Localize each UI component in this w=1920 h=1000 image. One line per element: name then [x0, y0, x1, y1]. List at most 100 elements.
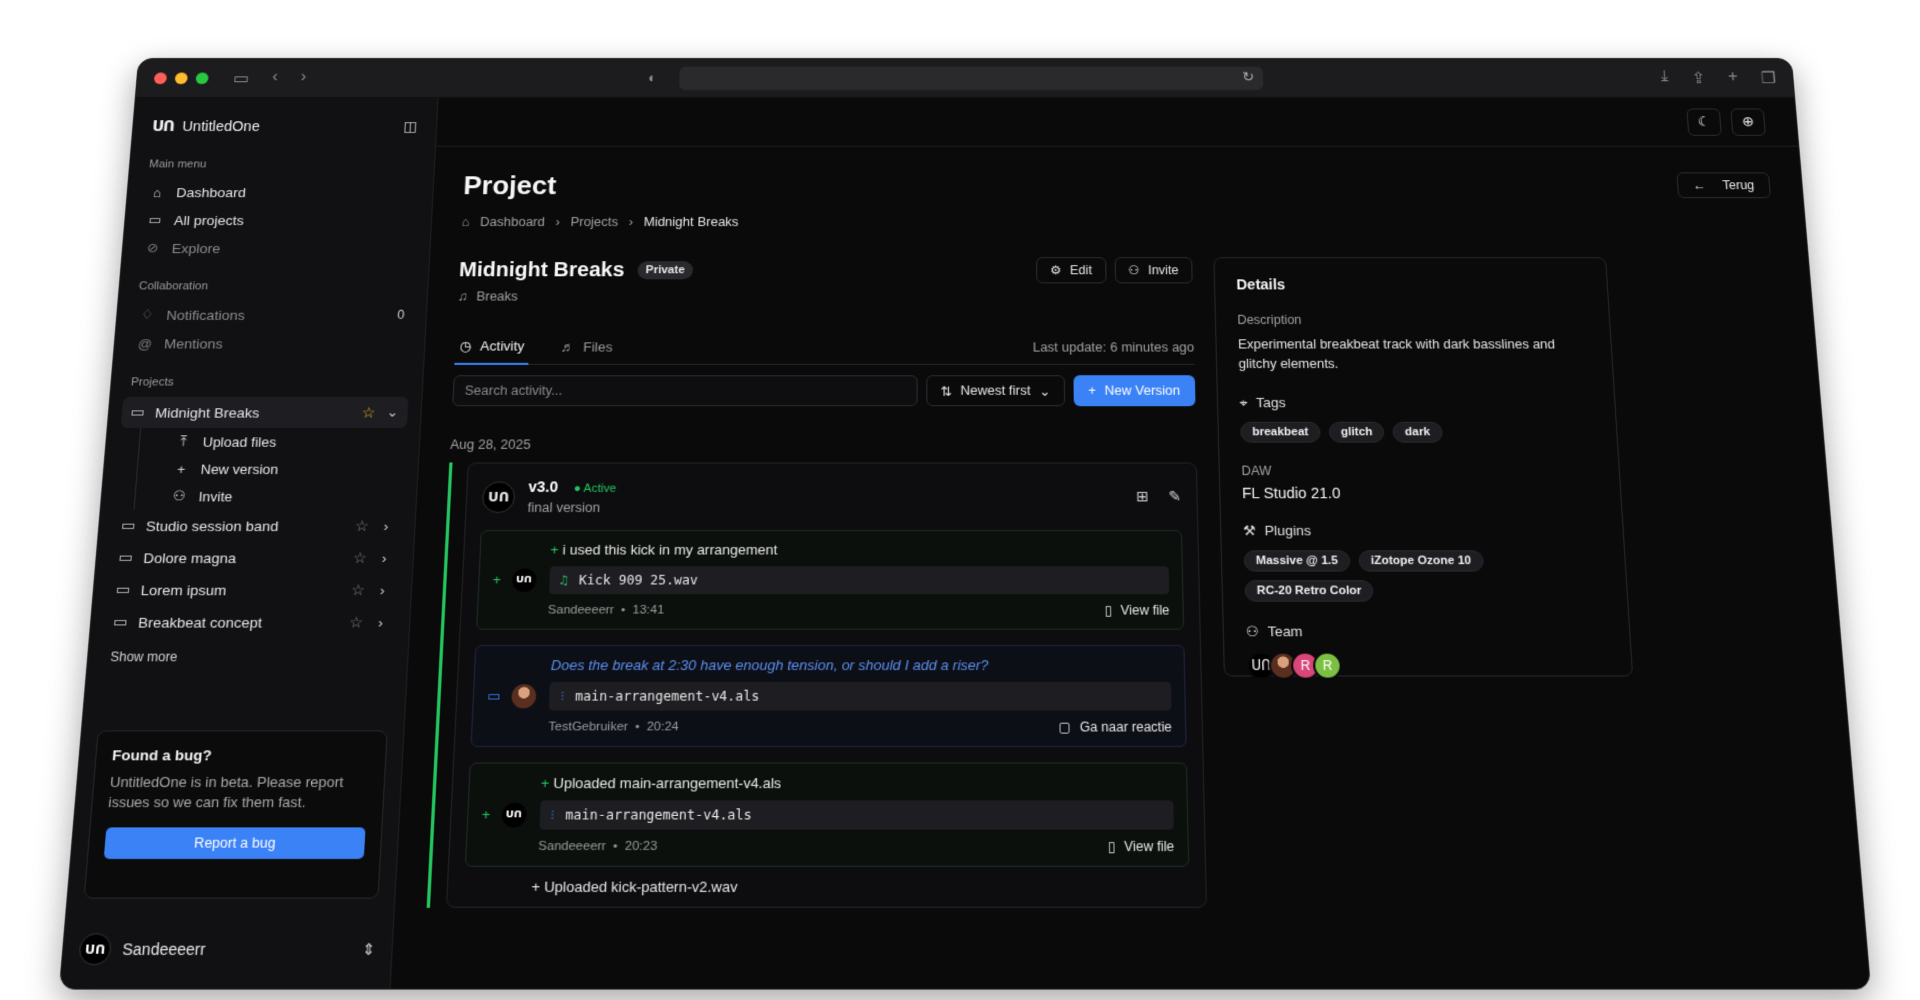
back-icon[interactable]: ‹	[271, 68, 278, 87]
chevron-right-icon[interactable]: ›	[375, 582, 389, 598]
panel-toggle-icon[interactable]: ◫	[403, 118, 418, 135]
chevron-right-icon[interactable]: ›	[374, 614, 388, 630]
link-label: View file	[1124, 839, 1174, 855]
go-to-comment-link[interactable]: ▢ Ga naar reactie	[1058, 719, 1172, 734]
header-actions: ⚙ Edit ⚇ Invite	[1036, 257, 1193, 283]
sub-label: Upload files	[202, 434, 277, 450]
user-menu[interactable]: ᑌᑎ Sandeeeerr ⇕	[78, 933, 377, 965]
crumb-projects[interactable]: Projects	[570, 215, 618, 229]
project-midnight-breaks[interactable]: ▭ Midnight Breaks ☆ ⌄	[121, 397, 409, 428]
avatar[interactable]: R	[1313, 651, 1343, 679]
new-tab-icon[interactable]: +	[1727, 69, 1738, 88]
timeline: ᑌᑎ v3.0 ● Active final version ⊞ ✎ + ᑌᑎ …	[427, 462, 1207, 907]
plus-icon: +	[481, 806, 490, 823]
shield-icon[interactable]: ◐	[648, 70, 657, 86]
sub-invite[interactable]: ⚇ Invite	[133, 482, 403, 509]
crumb-dashboard[interactable]: Dashboard	[480, 215, 545, 229]
minimize-dot[interactable]	[175, 72, 188, 84]
report-bug-button[interactable]: Report a bug	[104, 827, 366, 859]
folder-icon: ▭	[118, 549, 133, 566]
genre-label: Breaks	[476, 289, 518, 303]
invite-button[interactable]: ⚇ Invite	[1114, 257, 1193, 283]
search-input[interactable]: Search activity...	[452, 375, 918, 406]
nav-explore[interactable]: ⊘ Explore	[135, 234, 418, 262]
back-button[interactable]: ← Terug	[1676, 172, 1771, 198]
daw-value: FL Studio 21.0	[1242, 484, 1599, 501]
avatar: ᑌᑎ	[511, 568, 536, 592]
star-icon[interactable]: ☆	[354, 517, 369, 535]
sort-select[interactable]: ⇅ Newest first ⌄	[926, 375, 1064, 406]
language-button[interactable]: ⊕	[1730, 108, 1766, 135]
main-menu-label: Main menu	[149, 159, 416, 171]
bell-icon: ♢	[138, 307, 156, 323]
theme-toggle-button[interactable]: ☾	[1686, 108, 1722, 135]
brand: ᑌᑎ UntitledOne ◫	[145, 111, 425, 140]
tab-activity[interactable]: ◷ Activity	[454, 330, 529, 365]
brand-left[interactable]: ᑌᑎ UntitledOne	[152, 118, 261, 135]
edit-icon[interactable]: ✎	[1168, 488, 1181, 506]
main-area: ☾ ⊕ Project ← Terug ⌂ Dashboard › Projec…	[390, 98, 1870, 990]
sub-new-version[interactable]: + New version	[136, 455, 406, 482]
back-label: Terug	[1722, 178, 1755, 192]
nav-label: Mentions	[164, 336, 224, 351]
last-update: Last update: 6 minutes ago	[1033, 340, 1195, 354]
url-bar[interactable]	[679, 67, 1263, 90]
nav-dashboard[interactable]: ⌂ Dashboard	[139, 178, 420, 206]
files-icon: ♬	[560, 339, 575, 354]
nav-notifications[interactable]: ♢ Notifications 0	[129, 301, 414, 329]
clock-icon: ◷	[459, 338, 472, 354]
sort-label: Newest first	[960, 383, 1030, 397]
tag-chip[interactable]: glitch	[1329, 421, 1385, 442]
star-icon[interactable]: ☆	[349, 613, 364, 631]
close-dot[interactable]	[154, 72, 167, 84]
share-icon[interactable]: ⇪	[1691, 69, 1706, 88]
chevron-right-icon: ›	[629, 215, 634, 229]
tab-files[interactable]: ♬ Files	[556, 330, 618, 365]
activity-text: Uploaded main-arrangement-v4.als	[553, 775, 781, 792]
forward-icon[interactable]: ›	[300, 68, 307, 87]
status-text: Active	[583, 482, 616, 495]
chevron-right-icon[interactable]: ›	[379, 518, 393, 534]
project-column: Midnight Breaks Private ⚙ Edit ⚇ Invite …	[427, 257, 1207, 908]
sidebar-toggle-icon[interactable]: ▭	[233, 68, 250, 87]
user-name: Sandeeeerr	[122, 940, 206, 958]
plugin-chip: RC-20 Retro Color	[1244, 580, 1373, 601]
view-file-link[interactable]: ▯ View file	[1108, 839, 1175, 855]
sub-upload-files[interactable]: ⤒ Upload files	[138, 428, 407, 455]
file-chip[interactable]: ⫶ main-arrangement-v4.als	[539, 800, 1174, 829]
show-more-link[interactable]: Show more	[110, 649, 386, 664]
project-lorem-ipsum[interactable]: ▭ Lorem ipsum ☆ ›	[106, 574, 399, 606]
dot-separator: •	[628, 720, 647, 733]
project-studio-session-band[interactable]: ▭ Studio session band ☆ ›	[111, 510, 402, 542]
new-version-button[interactable]: + New Version	[1073, 375, 1196, 406]
folder-icon: ▭	[113, 614, 128, 631]
view-file-link[interactable]: ▯ View file	[1104, 603, 1169, 618]
breadcrumb: ⌂ Dashboard › Projects › Midnight Breaks	[461, 215, 1775, 229]
edit-button[interactable]: ⚙ Edit	[1036, 257, 1106, 283]
maximize-dot[interactable]	[195, 72, 208, 84]
activity-item: + ᑌᑎ + Uploaded main-arrangement-v4.als …	[465, 763, 1189, 867]
star-icon[interactable]: ☆	[351, 581, 366, 599]
download-icon[interactable]: ⤓	[1660, 69, 1669, 88]
logo-icon: ᑌᑎ	[152, 118, 175, 135]
project-breakbeat-concept[interactable]: ▭ Breakbeat concept ☆ ›	[103, 606, 397, 638]
project-label: Breakbeat concept	[138, 614, 263, 630]
star-icon[interactable]: ☆	[361, 404, 376, 422]
moon-icon: ☾	[1697, 113, 1711, 130]
tabs-icon[interactable]: ❐	[1760, 69, 1777, 88]
tag-chip[interactable]: dark	[1393, 421, 1443, 442]
file-chip[interactable]: ⫶ main-arrangement-v4.als	[549, 682, 1171, 711]
nav-all-projects[interactable]: ▭ All projects	[137, 206, 419, 234]
chevron-right-icon[interactable]: ›	[377, 550, 391, 566]
chevron-down-icon[interactable]: ⌄	[386, 404, 400, 421]
edit-label: Edit	[1070, 263, 1092, 277]
comment-add-icon[interactable]: ⊞	[1136, 488, 1149, 506]
activity-user: TestGebruiker	[548, 720, 628, 733]
bug-title: Found a bug?	[112, 747, 371, 764]
reload-icon[interactable]: ↻	[1242, 69, 1255, 85]
project-dolore-magna[interactable]: ▭ Dolore magna ☆ ›	[108, 542, 400, 574]
nav-mentions[interactable]: @ Mentions	[127, 329, 413, 358]
tag-chip[interactable]: breakbeat	[1240, 421, 1321, 442]
file-chip[interactable]: ♫ Kick 909 25.wav	[549, 566, 1170, 594]
star-icon[interactable]: ☆	[353, 549, 368, 567]
